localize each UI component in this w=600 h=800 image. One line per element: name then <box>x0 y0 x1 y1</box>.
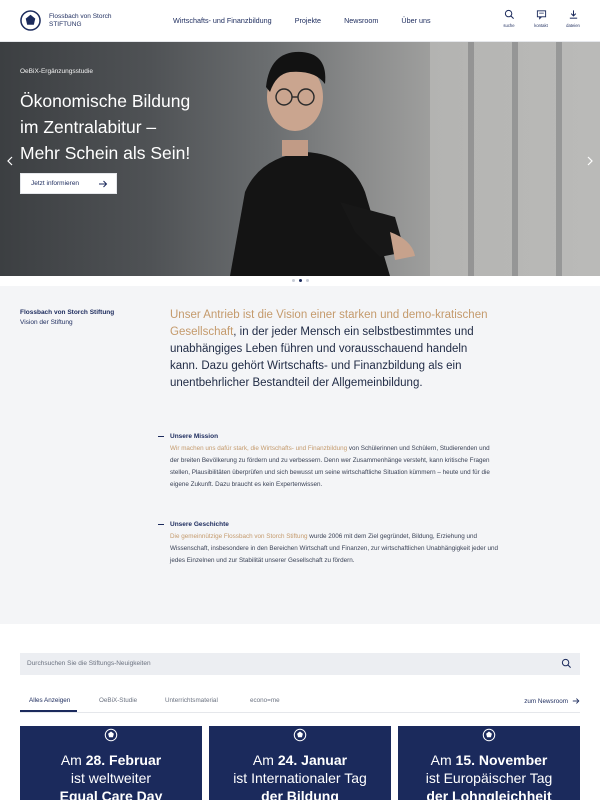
tab-econo-me[interactable]: econo=me <box>250 697 280 704</box>
card-line-2: ist Internationaler Tag <box>233 770 367 786</box>
hero-title-line-2: im Zentralabitur – <box>20 117 157 137</box>
history-block: Unsere Geschichte Die gemeinnützige Flos… <box>158 521 498 567</box>
search-icon[interactable] <box>561 658 572 669</box>
vision-section: Flossbach von Storch Stiftung Vision der… <box>0 286 600 624</box>
site-header: Flossbach von Storch STIFTUNG Wirtschaft… <box>0 0 600 42</box>
logo-icon <box>104 728 118 742</box>
tab-alles-anzeigen[interactable]: Alles Anzeigen <box>29 697 70 704</box>
mission-title: Unsere Mission <box>170 433 219 440</box>
hero-title: Ökonomische Bildung im Zentralabitur – M… <box>20 88 250 166</box>
newsroom-link[interactable]: zum Newsroom <box>524 697 580 705</box>
search-tool-label: suche <box>503 23 515 28</box>
vision-label: Flossbach von Storch Stiftung Vision der… <box>20 309 114 326</box>
header-tools: suche kontakt dateien <box>502 9 580 28</box>
download-tool[interactable]: dateien <box>566 9 580 28</box>
history-link[interactable]: Die gemeinnützige Flossbach von Storch S… <box>170 533 308 540</box>
logo-icon <box>482 728 496 742</box>
nav-item-ueber-uns[interactable]: Über uns <box>401 16 430 25</box>
card-line-3: der Lohngleichheit <box>426 788 552 800</box>
vision-org-name: Flossbach von Storch Stiftung <box>20 309 115 316</box>
logo-text: Flossbach von Storch STIFTUNG <box>49 13 112 29</box>
hero-slider: OeBiX-Ergänzungsstudie Ökonomische Bildu… <box>0 42 600 276</box>
news-filter-tabs: Alles Anzeigen OeBiX-Studie Unterrichtsm… <box>20 690 580 713</box>
download-icon <box>569 10 577 19</box>
hero-title-line-3: Mehr Schein als Sein! <box>20 143 191 163</box>
hero-tag: OeBiX-Ergänzungsstudie <box>20 68 93 75</box>
news-card-text: Am 15. November ist Europäischer Tag der… <box>398 751 580 800</box>
active-tab-indicator <box>20 710 77 712</box>
contact-tool-label: kontakt <box>534 23 548 28</box>
arrow-right-icon <box>99 180 108 188</box>
card-line-2: ist Europäischer Tag <box>425 770 553 786</box>
news-card[interactable]: Am 15. November ist Europäischer Tag der… <box>398 726 580 800</box>
history-title: Unsere Geschichte <box>170 521 229 528</box>
mission-link[interactable]: Wir machen uns dafür stark, die Wirtscha… <box>170 445 347 452</box>
nav-item-newsroom[interactable]: Newsroom <box>344 16 378 25</box>
card-line-3: der Bildung <box>261 788 339 800</box>
slider-dot[interactable] <box>291 279 295 282</box>
logo-line-2: STIFTUNG <box>49 20 82 28</box>
news-card-text: Am 28. Februar ist weltweiter Equal Care… <box>20 751 202 800</box>
vision-org-sub: Vision der Stiftung <box>20 319 73 326</box>
tab-oebix-studie[interactable]: OeBiX-Studie <box>99 697 137 704</box>
mission-text: Wir machen uns dafür stark, die Wirtscha… <box>170 443 498 491</box>
hero-cta-label: Jetzt informieren <box>31 180 80 187</box>
main-nav: Wirtschafts- und Finanzbildung Projekte … <box>173 16 454 25</box>
card-prefix: Am <box>252 752 278 768</box>
news-card-text: Am 24. Januar ist Internationaler Tag de… <box>209 751 391 800</box>
card-date: 24. Januar <box>277 752 348 768</box>
card-date: 28. Februar <box>85 752 162 768</box>
history-heading: Unsere Geschichte <box>158 521 498 528</box>
chevron-right-icon[interactable] <box>586 156 594 166</box>
download-tool-label: dateien <box>566 23 580 28</box>
nav-item-finanzbildung[interactable]: Wirtschafts- und Finanzbildung <box>173 16 272 25</box>
card-prefix: Am <box>430 752 456 768</box>
hero-title-line-1: Ökonomische Bildung <box>20 91 191 111</box>
news-search-placeholder: Durchsuchen Sie die Stiftungs-Neuigkeite… <box>27 660 151 667</box>
dash-icon <box>158 436 164 437</box>
logo[interactable]: Flossbach von Storch STIFTUNG <box>20 10 112 31</box>
slider-dots <box>0 279 600 282</box>
history-text: Die gemeinnützige Flossbach von Storch S… <box>170 531 498 567</box>
arrow-right-icon <box>572 698 580 704</box>
message-icon <box>536 10 546 20</box>
slider-dot[interactable] <box>305 279 309 282</box>
newsroom-link-label: zum Newsroom <box>524 697 568 705</box>
card-line-3: Equal Care Day <box>59 788 163 800</box>
news-search-bar[interactable]: Durchsuchen Sie die Stiftungs-Neuigkeite… <box>20 653 580 675</box>
search-icon <box>504 9 514 19</box>
mission-block: Unsere Mission Wir machen uns dafür star… <box>158 433 498 491</box>
news-card[interactable]: Am 24. Januar ist Internationaler Tag de… <box>209 726 391 800</box>
logo-icon <box>20 10 41 31</box>
logo-icon <box>293 728 307 742</box>
card-prefix: Am <box>60 752 86 768</box>
mission-heading: Unsere Mission <box>158 433 498 440</box>
slider-dot-active[interactable] <box>298 279 302 282</box>
hero-cta-button[interactable]: Jetzt informieren <box>20 173 117 194</box>
logo-line-1: Flossbach von Storch <box>49 12 112 20</box>
nav-item-projekte[interactable]: Projekte <box>295 16 321 25</box>
chevron-left-icon[interactable] <box>6 156 14 166</box>
tab-unterrichtsmaterial[interactable]: Unterrichtsmaterial <box>165 697 218 704</box>
card-date: 15. November <box>455 752 548 768</box>
news-card[interactable]: Am 28. Februar ist weltweiter Equal Care… <box>20 726 202 800</box>
card-line-2: ist weltweiter <box>70 770 152 786</box>
vision-lead-text: Unser Antrieb ist die Vision einer stark… <box>170 307 490 392</box>
search-tool[interactable]: suche <box>502 9 516 28</box>
contact-tool[interactable]: kontakt <box>534 9 548 28</box>
dash-icon <box>158 524 164 525</box>
hero-background-window <box>430 42 600 276</box>
